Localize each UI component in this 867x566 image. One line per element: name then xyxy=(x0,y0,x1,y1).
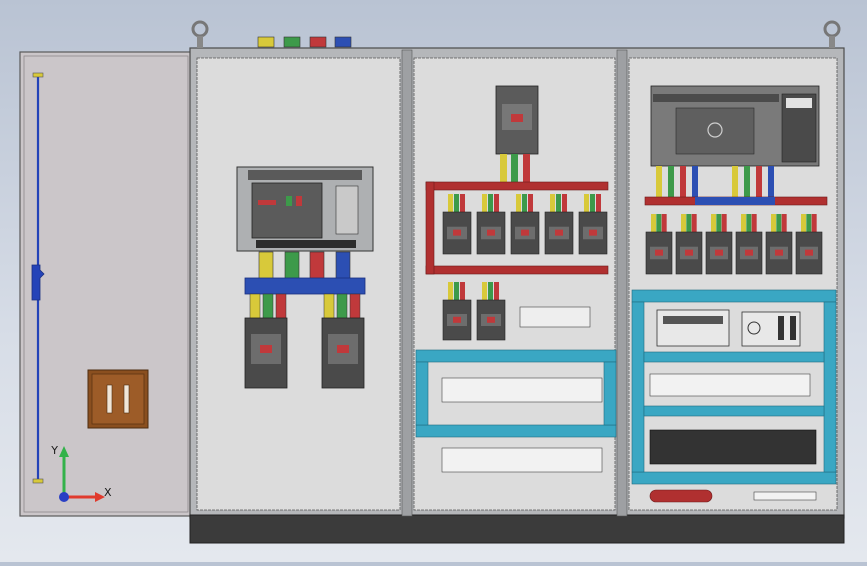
lifting-eye-icon xyxy=(191,20,209,48)
plc-module-icon[interactable] xyxy=(650,85,820,167)
door-handle-icon[interactable] xyxy=(87,369,149,429)
circuit-breaker-icon[interactable] xyxy=(321,317,365,389)
y-axis-label: Y xyxy=(50,444,58,457)
terminal-block-icon xyxy=(441,377,603,403)
circuit-breaker-icon[interactable] xyxy=(244,317,288,389)
x-axis-label: X xyxy=(104,486,112,499)
panel-control[interactable] xyxy=(631,85,837,503)
cabinet-model[interactable]: Y X xyxy=(0,0,867,562)
cad-viewport[interactable]: Y X xyxy=(0,0,867,562)
relay-row xyxy=(649,429,817,465)
circuit-breaker-icon[interactable] xyxy=(495,85,539,155)
air-circuit-breaker[interactable] xyxy=(236,166,374,252)
lifting-eye-icon xyxy=(823,20,841,48)
open-door[interactable] xyxy=(19,51,193,517)
plc-module-icon[interactable] xyxy=(656,309,730,347)
terminal-block-icon xyxy=(441,447,603,473)
power-supply-module[interactable] xyxy=(741,311,801,347)
terminal-block-icon xyxy=(649,373,811,397)
cable-gland-group xyxy=(257,36,352,48)
